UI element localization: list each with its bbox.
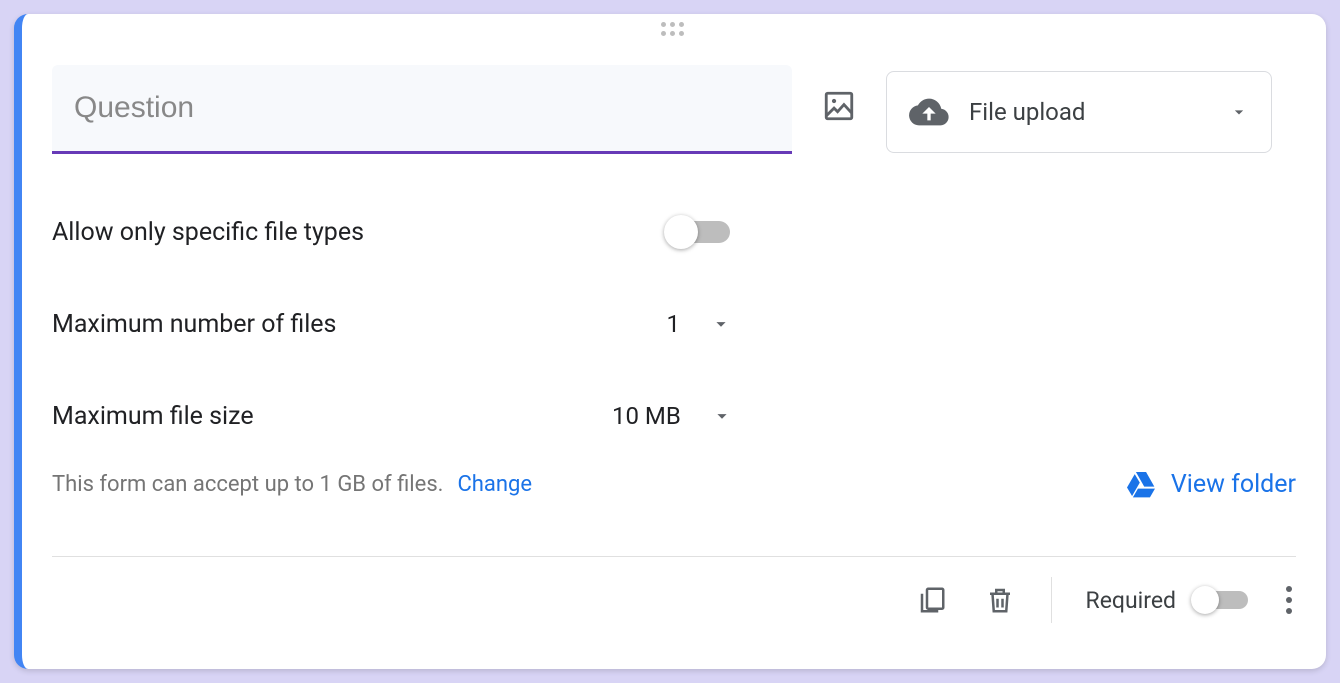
toggle-knob [1191,586,1219,614]
image-icon [822,89,856,123]
required-toggle[interactable] [1194,591,1248,609]
question-type-select[interactable]: File upload [886,71,1272,153]
max-files-label: Maximum number of files [52,310,612,339]
required-label: Required [1086,587,1176,614]
allow-specific-toggle[interactable] [668,221,730,243]
question-input-wrap [52,65,792,154]
info-left: This form can accept up to 1 GB of files… [52,472,532,497]
question-input[interactable] [52,65,792,154]
drive-icon [1125,468,1157,500]
view-folder-link[interactable]: View folder [1125,468,1296,500]
drag-handle-icon[interactable] [661,22,687,36]
info-row: This form can accept up to 1 GB of files… [52,468,1296,500]
allow-specific-label: Allow only specific file types [52,218,612,247]
view-folder-label: View folder [1171,470,1296,499]
footer-separator [1051,577,1052,623]
question-card: File upload Allow only specific file typ… [14,14,1326,669]
caret-down-icon [1229,102,1249,122]
question-footer: Required [52,557,1296,643]
question-type-label: File upload [969,98,1209,126]
allow-specific-row: Allow only specific file types [52,210,1296,254]
max-size-label: Maximum file size [52,402,612,431]
required-wrap: Required [1086,587,1248,614]
question-top-row: File upload [52,65,1296,154]
upload-limit-text: This form can accept up to 1 GB of files… [52,472,443,497]
caret-down-icon [711,405,733,427]
duplicate-button[interactable] [915,583,949,617]
dot-icon [1286,608,1292,614]
cloud-upload-icon [909,92,949,132]
caret-down-icon [710,313,732,335]
delete-button[interactable] [983,583,1017,617]
more-options-button[interactable] [1282,582,1296,618]
max-files-row: Maximum number of files 1 [52,302,1296,346]
file-upload-settings: Allow only specific file types Maximum n… [52,210,1296,438]
max-size-row: Maximum file size 10 MB [52,394,1296,438]
copy-icon [917,585,947,615]
trash-icon [985,585,1015,615]
max-size-select[interactable]: 10 MB [612,402,733,430]
max-files-select[interactable]: 1 [612,310,732,338]
dot-icon [1286,586,1292,592]
max-size-value: 10 MB [612,402,681,430]
toggle-knob [664,215,698,249]
dot-icon [1286,597,1292,603]
add-image-button[interactable] [820,87,858,125]
change-limit-link[interactable]: Change [457,472,532,497]
max-files-value: 1 [667,310,681,338]
